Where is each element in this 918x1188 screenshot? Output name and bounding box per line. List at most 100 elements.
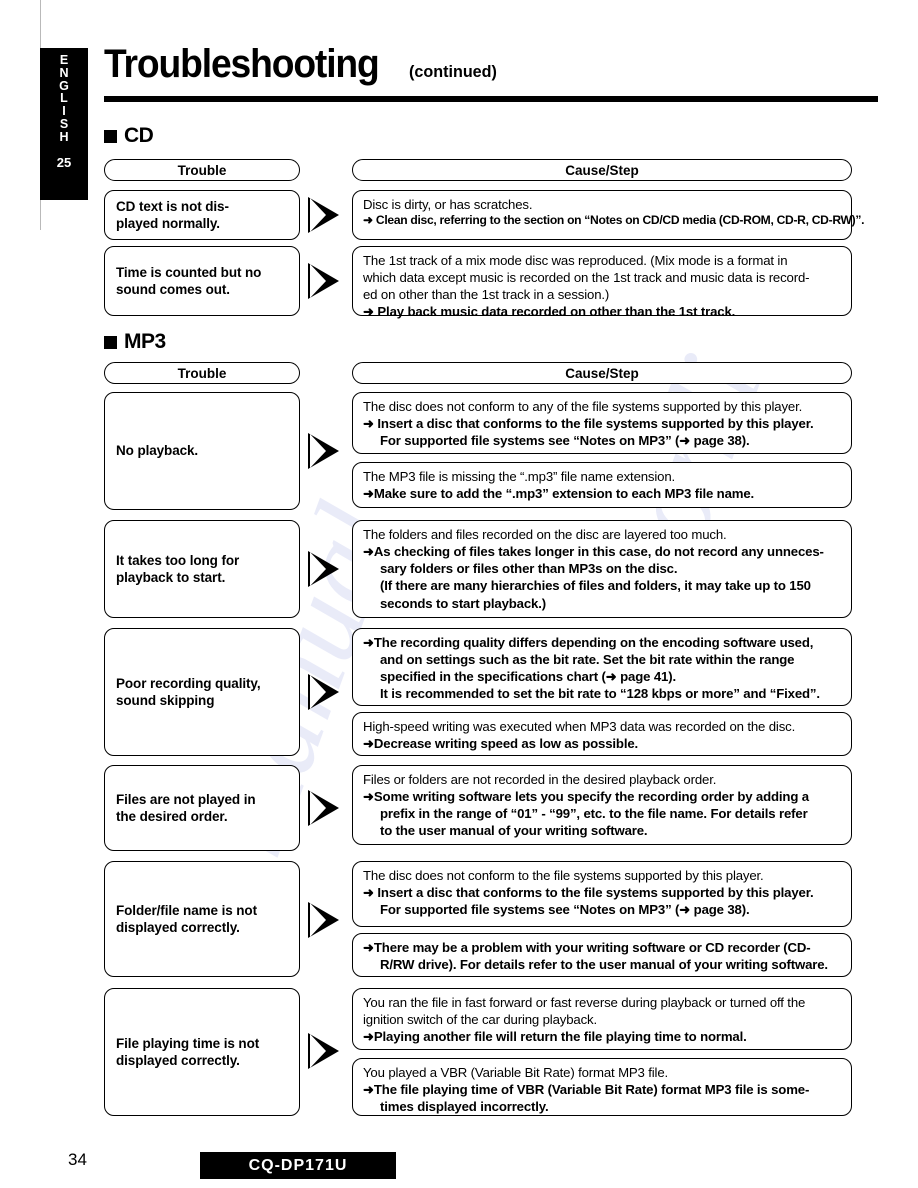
cause-step-action-line: sary folders or files other than MP3s on… xyxy=(380,561,678,577)
cause-step-action-line: to the user manual of your writing softw… xyxy=(380,823,648,839)
section-heading-cd: CD xyxy=(104,124,154,148)
manual-page: manual onli E N G L I S H 25 Troubleshoo… xyxy=(0,0,918,1188)
cause-step-action-line: specified in the specifications chart (➜… xyxy=(380,669,676,685)
trouble-text-line: Folder/file name is not xyxy=(116,902,257,918)
cause-step-action-line: ➜ Insert a disc that conforms to the fil… xyxy=(363,416,814,432)
trouble-text: Time is counted but no sound comes out. xyxy=(116,264,261,299)
cause-step-cause-line: Disc is dirty, or has scratches. xyxy=(363,197,533,212)
trouble-text-line: displayed correctly. xyxy=(116,920,240,935)
cause-step-action-line: For supported file systems see “Notes on… xyxy=(380,902,750,918)
trouble-cell: Poor recording quality, sound skipping xyxy=(104,628,300,756)
cause-step-action-line: ➜The recording quality differs depending… xyxy=(363,635,814,650)
trouble-text: CD text is not dis-played normally. xyxy=(116,198,229,233)
trouble-text-line: the desired order. xyxy=(116,809,228,824)
side-tab-number: 25 xyxy=(56,155,72,171)
trouble-text-line: sound comes out. xyxy=(116,282,230,297)
cause-step-action-line: ➜There may be a problem with your writin… xyxy=(363,940,811,955)
cause-step-cell: The MP3 file is missing the “.mp3” file … xyxy=(352,462,852,508)
column-header-trouble: Trouble xyxy=(104,159,300,181)
trouble-cell: Time is counted but no sound comes out. xyxy=(104,246,300,316)
flow-arrow-inner xyxy=(309,903,326,937)
bullet-square-icon xyxy=(104,129,117,143)
trouble-text-line: Poor recording quality, xyxy=(116,675,261,691)
trouble-text-line: Time is counted but no xyxy=(116,264,262,280)
cause-step-action-line: ➜ Play back music data recorded on other… xyxy=(363,304,736,320)
trouble-text: It takes too long for playback to start. xyxy=(116,552,239,587)
cause-step-cause-line: You played a VBR (Variable Bit Rate) for… xyxy=(363,1065,669,1080)
cause-step-cell: High-speed writing was executed when MP3… xyxy=(352,712,852,756)
cause-step-action-line: prefix in the range of “01” - “99”, etc.… xyxy=(380,806,808,822)
cause-step-action-line: For supported file systems see “Notes on… xyxy=(380,433,750,449)
flow-arrow-inner xyxy=(309,264,326,298)
flow-arrow-inner xyxy=(309,198,326,232)
cause-step-cause-line: ed on other than the 1st track in a sess… xyxy=(363,287,610,303)
footer-model-badge: CQ-DP171U xyxy=(200,1152,396,1179)
trouble-text-line: CD text is not dis- xyxy=(116,198,229,214)
cause-step-cell: Files or folders are not recorded in the… xyxy=(352,765,852,845)
language-letter: E xyxy=(59,53,69,67)
cause-step-action-line: seconds to start playback.) xyxy=(380,595,546,611)
trouble-text-line: Files are not played in xyxy=(116,791,256,807)
cause-step-cause-line: The disc does not conform to any of the … xyxy=(363,399,803,414)
cause-step-action-line: ➜ Insert a disc that conforms to the fil… xyxy=(363,885,814,901)
language-letter: N xyxy=(59,65,69,80)
cause-step-cell: The folders and files recorded on the di… xyxy=(352,520,852,618)
column-header-cause-step: Cause/Step xyxy=(352,362,852,384)
trouble-text-line: It takes too long for xyxy=(116,552,240,568)
trouble-text: Poor recording quality, sound skipping xyxy=(116,675,261,710)
section-heading-label: CD xyxy=(124,124,154,147)
language-side-tab: E N G L I S H 25 xyxy=(40,48,88,200)
cause-step-action-line: (If there are many hierarchies of files … xyxy=(380,578,811,594)
cause-step-cause-line: The MP3 file is missing the “.mp3” file … xyxy=(363,469,676,484)
cause-step-action-line: It is recommended to set the bit rate to… xyxy=(380,686,820,702)
cause-step-action-line: ➜Decrease writing speed as low as possib… xyxy=(363,736,639,752)
cause-step-cause-line: High-speed writing was executed when MP3… xyxy=(363,719,796,734)
footer-page-number: 34 xyxy=(68,1150,87,1169)
cause-step-cause-line: The folders and files recorded on the di… xyxy=(363,527,727,542)
page-title-text: Troubleshooting xyxy=(104,42,380,86)
column-header-cause-step: Cause/Step xyxy=(352,159,852,181)
trouble-cell: It takes too long for playback to start. xyxy=(104,520,300,618)
section-heading-mp3: MP3 xyxy=(104,330,166,354)
trouble-cell: No playback. xyxy=(104,392,300,510)
language-letter: I xyxy=(62,104,66,118)
trouble-cell: Files are not played in the desired order… xyxy=(104,765,300,851)
trouble-cell: File playing time is not displayed correc… xyxy=(104,988,300,1116)
cause-step-action-line: ➜Some writing software lets you specify … xyxy=(363,789,809,805)
cause-step-cause-line: Files or folders are not recorded in the… xyxy=(363,772,717,787)
trouble-cell: CD text is not dis-played normally. xyxy=(104,190,300,240)
cause-step-cause-line: The disc does not conform to the file sy… xyxy=(363,868,764,883)
flow-arrow-inner xyxy=(309,675,326,709)
language-letters: E N G L I S H xyxy=(59,54,69,143)
cause-step-cell: The disc does not conform to any of the … xyxy=(352,392,852,454)
trouble-text-line: No playback. xyxy=(116,443,199,459)
cause-step-cell: ➜The recording quality differs depending… xyxy=(352,628,852,706)
cause-step-cell: ➜There may be a problem with your writin… xyxy=(352,933,852,977)
trouble-cell: Folder/file name is not displayed correct… xyxy=(104,861,300,977)
cause-step-cell: Disc is dirty, or has scratches. ➜ Clean … xyxy=(352,190,865,240)
cause-step-cell: The disc does not conform to the file sy… xyxy=(352,861,852,927)
trouble-text: Files are not played in the desired order… xyxy=(116,791,256,826)
cause-step-action-line: ➜As checking of files takes longer in th… xyxy=(363,544,824,560)
cause-step-action-line: ➜Make sure to add the “.mp3” extension t… xyxy=(363,486,755,502)
section-heading-label: MP3 xyxy=(124,330,166,353)
flow-arrow-inner xyxy=(309,552,326,586)
page-title-suffix: (continued) xyxy=(409,62,498,81)
bullet-square-icon xyxy=(104,335,117,349)
cause-step-cause-line: ignition switch of the car during playba… xyxy=(363,1012,597,1028)
flow-arrow-inner xyxy=(309,791,326,825)
cause-step-action-line: ➜The file playing time of VBR (Variable … xyxy=(363,1082,810,1098)
language-letter: H xyxy=(59,129,69,144)
trouble-text-line: played normally. xyxy=(116,216,220,231)
trouble-text: No playback. xyxy=(116,442,198,459)
cause-step-action-line: and on settings such as the bit rate. Se… xyxy=(380,652,795,668)
cause-step-action-line: ➜Playing another file will return the fi… xyxy=(363,1029,747,1045)
cause-step-cause-line: The 1st track of a mix mode disc was rep… xyxy=(363,253,788,268)
cause-step-action-line: R/RW drive). For details refer to the us… xyxy=(380,957,828,973)
cause-step-cell: You played a VBR (Variable Bit Rate) for… xyxy=(352,1058,852,1116)
title-divider xyxy=(104,96,878,102)
trouble-text-line: File playing time is not xyxy=(116,1035,260,1051)
trouble-text: File playing time is not displayed correc… xyxy=(116,1035,259,1070)
cause-step-action-line: ➜ Clean disc, referring to the section o… xyxy=(363,213,865,228)
flow-arrow-inner xyxy=(309,434,326,468)
